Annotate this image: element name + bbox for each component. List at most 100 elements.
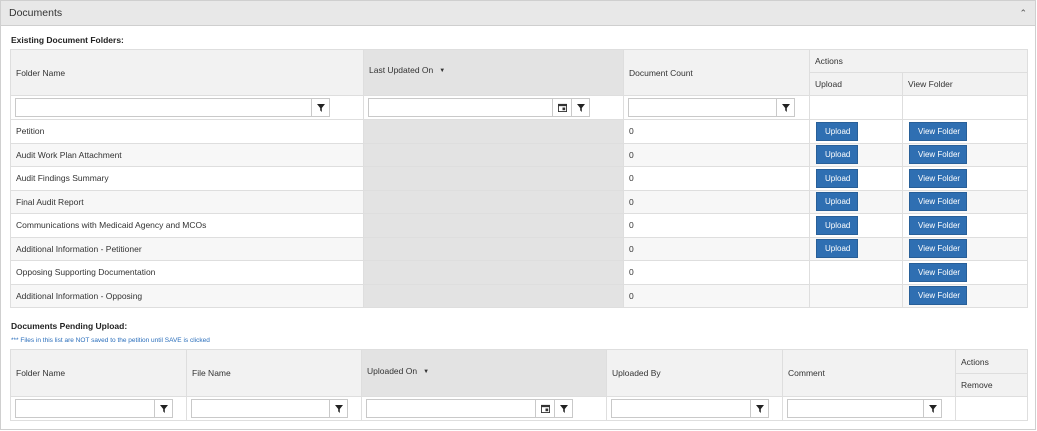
table-row: Petition 0 Upload View Folder (10, 119, 1028, 144)
table-row: Additional Information - Opposing 0 View F… (10, 283, 1028, 308)
upload-cell: Upload (809, 142, 903, 167)
col-file-name[interactable]: File Name (186, 349, 362, 397)
folder-name-cell: Communications with Medicaid Agency and … (10, 213, 364, 238)
upload-cell: Upload (809, 189, 903, 214)
last-updated-cell (363, 260, 624, 285)
upload-cell: Upload (809, 236, 903, 261)
view-folder-cell: View Folder (902, 283, 1028, 308)
col-upload: Upload (809, 72, 903, 96)
view-folder-button[interactable]: View Folder (909, 168, 967, 188)
document-count: 0 (629, 149, 634, 160)
col-view-folder: View Folder (902, 72, 1028, 96)
view-folder-cell: View Folder (902, 189, 1028, 214)
last-updated-cell (363, 189, 624, 214)
col-last-updated[interactable]: Last Updated On ▼ (363, 49, 624, 96)
calendar-icon[interactable] (552, 98, 571, 117)
view-folder-button[interactable]: View Folder (909, 262, 967, 282)
document-count-cell: 0 (623, 119, 810, 144)
folder-name-cell: Audit Findings Summary (10, 166, 364, 191)
calendar-icon[interactable] (535, 399, 554, 418)
uploaded-on-filter-input[interactable] (366, 399, 535, 418)
table-row: Audit Findings Summary 0 Upload View Folder (10, 166, 1028, 191)
upload-cell: Upload (809, 119, 903, 144)
filter-icon[interactable] (750, 399, 769, 418)
document-count: 0 (629, 243, 634, 254)
document-count-cell: 0 (623, 236, 810, 261)
folder-name-filter-input[interactable] (15, 98, 311, 117)
folder-name-cell: Audit Work Plan Attachment (10, 142, 364, 167)
filter-icon[interactable] (329, 399, 348, 418)
upload-button[interactable]: Upload (816, 215, 858, 235)
filter-icon[interactable] (311, 98, 330, 117)
col-comment[interactable]: Comment (782, 349, 956, 397)
folder-name: Additional Information - Petitioner (16, 243, 142, 254)
col-pending-folder-name[interactable]: Folder Name (10, 349, 187, 397)
document-count-filter-input[interactable] (628, 98, 776, 117)
pending-folder-filter-input[interactable] (15, 399, 154, 418)
pending-upload-title: Documents Pending Upload: (11, 321, 128, 331)
document-count-cell: 0 (623, 213, 810, 238)
folder-name-cell: Opposing Supporting Documentation (10, 260, 364, 285)
col-folder-name[interactable]: Folder Name (10, 49, 364, 96)
view-folder-cell: View Folder (902, 142, 1028, 167)
col-remove: Remove (955, 373, 1028, 397)
folder-name-cell: Petition (10, 119, 364, 144)
filter-icon[interactable] (776, 98, 795, 117)
pending-filter-row (10, 396, 1028, 421)
last-updated-cell (363, 166, 624, 191)
folder-name-cell: Additional Information - Petitioner (10, 236, 364, 261)
col-uploaded-on[interactable]: Uploaded On ▼ (361, 349, 607, 397)
uploaded-by-filter-input[interactable] (611, 399, 750, 418)
folder-name-cell: Additional Information - Opposing (10, 283, 364, 308)
last-updated-filter-input[interactable] (368, 98, 552, 117)
filter-icon[interactable] (554, 399, 573, 418)
last-updated-cell (363, 213, 624, 238)
col-pending-actions: Actions (955, 349, 1028, 374)
upload-cell: Upload (809, 213, 903, 238)
folder-name: Audit Findings Summary (16, 173, 109, 184)
document-count-cell: 0 (623, 260, 810, 285)
filter-row (10, 95, 1028, 120)
filter-icon[interactable] (571, 98, 590, 117)
last-updated-cell (363, 236, 624, 261)
col-document-count[interactable]: Document Count (623, 49, 810, 96)
upload-button[interactable]: Upload (816, 145, 858, 165)
upload-button[interactable]: Upload (816, 239, 858, 259)
panel-header[interactable]: Documents ⌃ (1, 1, 1035, 26)
upload-button[interactable]: Upload (816, 168, 858, 188)
upload-button[interactable]: Upload (816, 192, 858, 212)
folder-name: Communications with Medicaid Agency and … (16, 220, 207, 231)
document-count: 0 (629, 126, 634, 137)
document-count-cell: 0 (623, 142, 810, 167)
view-folder-button[interactable]: View Folder (909, 286, 967, 306)
folder-name: Final Audit Report (16, 196, 84, 207)
col-uploaded-by[interactable]: Uploaded By (606, 349, 783, 397)
document-count: 0 (629, 267, 634, 278)
document-count: 0 (629, 196, 634, 207)
view-folder-button[interactable]: View Folder (909, 215, 967, 235)
document-count: 0 (629, 290, 634, 301)
document-count-cell: 0 (623, 166, 810, 191)
folder-name: Audit Work Plan Attachment (16, 149, 122, 160)
document-count: 0 (629, 220, 634, 231)
table-row: Audit Work Plan Attachment 0 Upload View Fo… (10, 142, 1028, 167)
view-folder-cell: View Folder (902, 119, 1028, 144)
view-folder-button[interactable]: View Folder (909, 145, 967, 165)
chevron-up-icon[interactable]: ⌃ (1019, 8, 1027, 19)
document-count-cell: 0 (623, 189, 810, 214)
view-folder-cell: View Folder (902, 213, 1028, 238)
filter-icon[interactable] (154, 399, 173, 418)
comment-filter-input[interactable] (787, 399, 923, 418)
file-name-filter-input[interactable] (191, 399, 329, 418)
view-folder-button[interactable]: View Folder (909, 239, 967, 259)
document-count: 0 (629, 173, 634, 184)
table-row: Additional Information - Petitioner 0 Uplo… (10, 236, 1028, 261)
view-folder-button[interactable]: View Folder (909, 192, 967, 212)
upload-cell: Upload (809, 166, 903, 191)
folder-name: Petition (16, 126, 45, 137)
existing-folders-title: Existing Document Folders: (11, 35, 124, 45)
last-updated-cell (363, 142, 624, 167)
upload-button[interactable]: Upload (816, 121, 858, 141)
filter-icon[interactable] (923, 399, 942, 418)
view-folder-button[interactable]: View Folder (909, 121, 967, 141)
